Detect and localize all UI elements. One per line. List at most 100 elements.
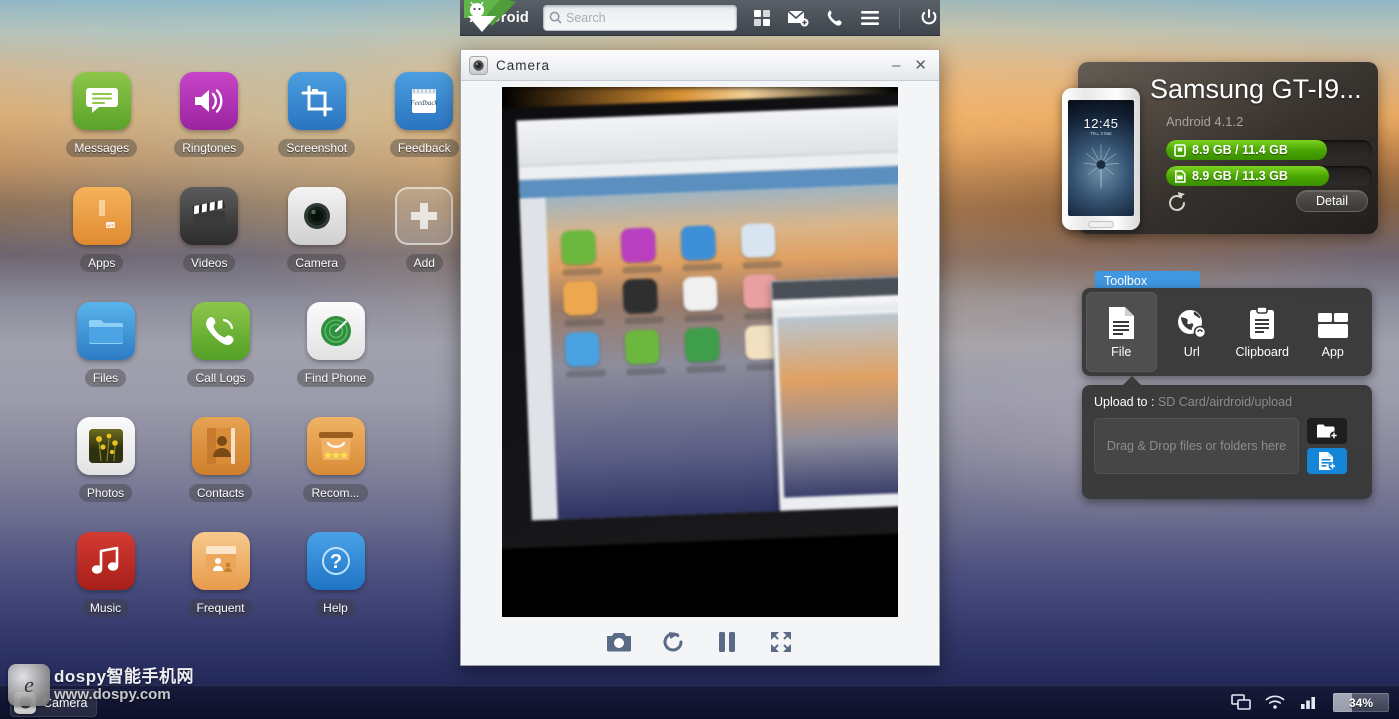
phone-date: Thu, 3 Mar [1090,131,1112,136]
device-phone-image: 12:45 Thu, 3 Mar [1062,88,1140,230]
pause-button[interactable] [710,625,744,659]
search-icon [544,11,566,24]
files-icon [76,302,135,360]
desktop-icon-ringtones[interactable]: Ringtones [156,72,264,187]
desktop-icon-videos[interactable]: Videos [156,187,264,302]
recommend-icon [306,417,365,475]
desktop-icon-label: Videos [183,254,236,272]
toolbox-tool-app[interactable]: App [1298,292,1369,372]
desktop-icon-find-phone[interactable]: Find Phone [278,302,393,417]
switch-camera-button[interactable] [656,625,690,659]
icon-row-2: APP Apps Videos Camera Add [48,187,478,302]
watermark-line1: dospy智能手机网 [54,666,195,686]
svg-text:APP: APP [106,223,114,228]
camera-window-titlebar[interactable]: Camera – ✕ [461,50,939,81]
toolbox-tool-clipboard[interactable]: Clipboard [1227,292,1298,372]
power-icon[interactable] [918,7,940,29]
phone-home-button [1088,221,1114,228]
taskbar-item-camera[interactable]: Camera [10,688,98,717]
desktop-icon-apps[interactable]: APP Apps [48,187,156,302]
ringtones-icon [180,72,239,130]
refresh-icon[interactable] [1166,192,1188,214]
add-icon [395,187,454,245]
battery-percent: 34% [1348,695,1374,710]
desktop-icon-contacts[interactable]: Contacts [163,417,278,532]
apps-grid-icon[interactable] [751,7,773,29]
internal-storage-bar: 8.9 GB / 11.4 GB [1166,140,1372,160]
network-icon[interactable] [1231,693,1251,713]
clipboard-icon [1248,305,1276,340]
toolbox-tool-file[interactable]: File [1086,292,1157,372]
upload-panel: Upload to : SD Card/airdroid/upload Drag… [1082,385,1372,499]
desktop-icon-messages[interactable]: Messages [48,72,156,187]
phone-icon[interactable] [823,7,845,29]
battery-indicator[interactable]: 34% [1333,693,1389,712]
desktop-icon-label: Ringtones [174,139,245,157]
help-icon: ? [306,532,365,590]
desktop-icon-label: Contacts [188,484,253,502]
minimize-button[interactable]: – [892,58,900,73]
find-phone-icon [306,302,365,360]
search-input[interactable] [566,10,736,25]
desktop-icon-recommend[interactable]: Recom... [278,417,393,532]
contacts-icon [191,417,250,475]
menu-icon[interactable] [859,7,881,29]
desktop-icon-call-logs[interactable]: Call Logs [163,302,278,417]
desktop-icon-help[interactable]: ? Help [278,532,393,647]
sd-storage-bar: 8.9 GB / 11.3 GB [1166,166,1372,186]
camera-controls [461,617,939,667]
detail-button[interactable]: Detail [1296,190,1368,212]
camera-preview[interactable] [502,87,898,617]
toolbox-tool-url[interactable]: Url [1157,292,1228,372]
upload-drop-row: Drag & Drop files or folders here [1094,418,1360,474]
music-icon [76,532,135,590]
capture-photo-button[interactable] [602,625,636,659]
url-globe-icon [1176,306,1208,340]
camera-window-body [461,81,939,667]
svg-text:Feedback: Feedback [410,99,439,107]
phone-time: 12:45 [1083,116,1119,131]
signal-icon[interactable] [1299,693,1319,713]
header-divider [899,6,900,29]
photo-icon-grid [560,222,798,378]
internal-storage-fill: 8.9 GB / 11.4 GB [1166,140,1327,160]
camera-icon [14,691,36,714]
close-button[interactable]: ✕ [914,58,927,73]
desktop-icon-screenshot[interactable]: Screenshot [263,72,371,187]
fullscreen-button[interactable] [764,625,798,659]
desktop-icon-files[interactable]: Files [48,302,163,417]
toolbox-tool-label: File [1111,344,1132,359]
call-logs-icon [191,302,250,360]
desktop-icon-label: Camera [287,254,347,272]
desktop-icon-label: Screenshot [278,139,356,157]
wifi-icon[interactable] [1265,693,1285,713]
icon-row-3: Files Call Logs Find Phone [48,302,478,417]
camera-icon [287,187,346,245]
new-message-icon[interactable] [787,7,809,29]
app-header: AirDroid [460,0,940,36]
app-box-icon [1317,306,1349,340]
apps-icon: APP [72,187,131,245]
desktop-icon-camera[interactable]: Camera [263,187,371,302]
frequent-icon [191,532,250,590]
sd-storage-text: 8.9 GB / 11.3 GB [1192,169,1288,183]
desktop-icon-photos[interactable]: Photos [48,417,163,532]
search-box[interactable] [543,4,737,31]
dropzone[interactable]: Drag & Drop files or folders here [1094,418,1299,474]
svg-text:?: ? [329,551,341,573]
airdroid-logo-icon[interactable] [460,0,516,36]
photo-inner-window [770,274,898,517]
camera-window: Camera – ✕ [460,50,940,666]
add-file-icon[interactable] [1307,448,1347,474]
desktop-icon-frequent[interactable]: Frequent [163,532,278,647]
add-folder-icon[interactable] [1307,418,1347,444]
desktop-icon-music[interactable]: Music [48,532,163,647]
desktop-icon-label: Messages [66,139,138,157]
camera-window-buttons: – ✕ [892,58,931,73]
desktop-icon-label: Add [405,254,443,272]
internal-storage-icon [1174,143,1186,157]
toolbox-tool-label: Clipboard [1235,344,1289,359]
upload-to-label: Upload to : [1094,395,1158,409]
icon-row-1: Messages Ringtones Screenshot Feedback F… [48,72,478,187]
camera-window-title: Camera [496,57,551,73]
